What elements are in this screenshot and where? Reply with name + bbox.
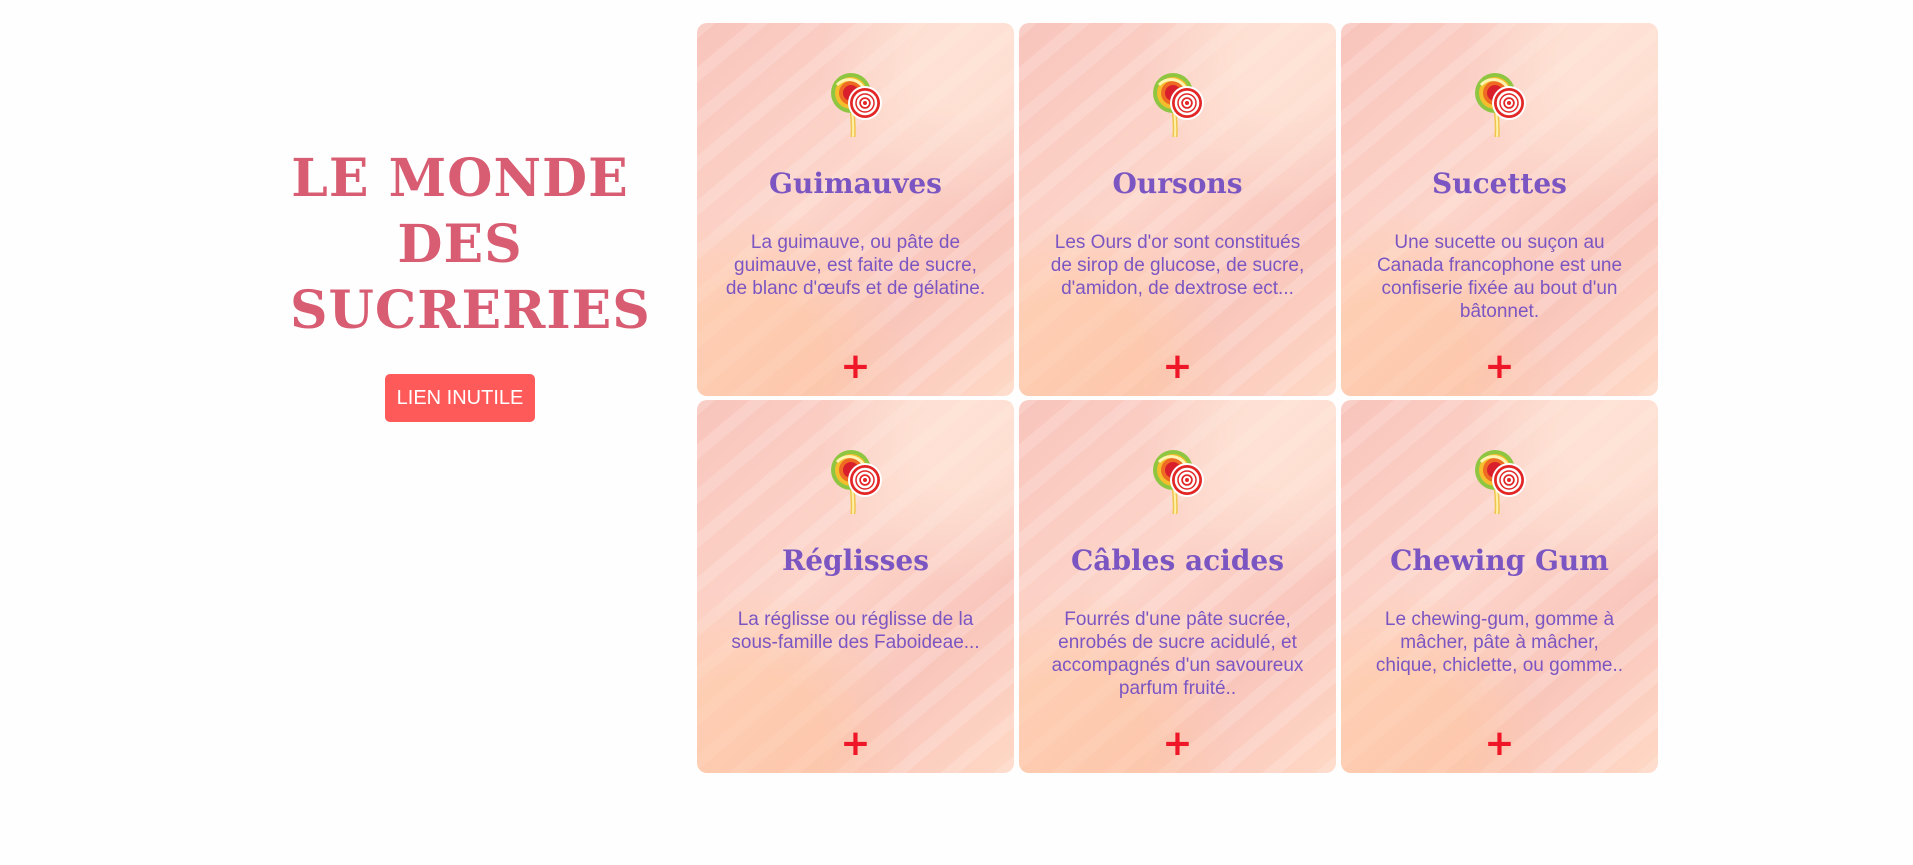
card-description: Le chewing-gum, gomme à mâcher, pâte à m… bbox=[1375, 609, 1624, 676]
card-title: Réglisses bbox=[781, 544, 930, 577]
card-description: La réglisse ou réglisse de la sous-famil… bbox=[731, 609, 980, 653]
candy-card-sucettes: Sucettes Une sucette ou suçon au Canada … bbox=[1341, 23, 1658, 396]
candy-card-reglisses: Réglisses La réglisse ou réglisse de la … bbox=[697, 400, 1014, 773]
card-description: Les Ours d'or sont constitués de sirop d… bbox=[1050, 232, 1305, 299]
lollipop-icon bbox=[1152, 450, 1204, 514]
card-title: Chewing Gum bbox=[1390, 544, 1609, 577]
card-description: La guimauve, ou pâte de guimauve, est fa… bbox=[725, 232, 986, 299]
card-description: Fourrés d'une pâte sucrée, enrobés de su… bbox=[1051, 609, 1304, 699]
expand-plus-icon[interactable]: + bbox=[1483, 349, 1517, 385]
expand-plus-icon[interactable]: + bbox=[839, 726, 873, 762]
card-title: Câbles acides bbox=[1071, 544, 1284, 577]
candy-card-guimauves: Guimauves La guimauve, ou pâte de guimau… bbox=[697, 23, 1014, 396]
expand-plus-icon[interactable]: + bbox=[1483, 726, 1517, 762]
candy-card-oursons: Oursons Les Ours d'or sont constitués de… bbox=[1019, 23, 1336, 396]
lollipop-icon bbox=[1474, 73, 1526, 137]
lollipop-icon bbox=[830, 450, 882, 514]
lollipop-icon bbox=[830, 73, 882, 137]
lollipop-icon bbox=[1152, 73, 1204, 137]
candy-card-cables-acides: Câbles acides Fourrés d'une pâte sucrée,… bbox=[1019, 400, 1336, 773]
expand-plus-icon[interactable]: + bbox=[1161, 726, 1195, 762]
expand-plus-icon[interactable]: + bbox=[839, 349, 873, 385]
hero: LE MONDE DES SUCRERIES LIEN INUTILE bbox=[290, 146, 651, 422]
lollipop-icon bbox=[1474, 450, 1526, 514]
expand-plus-icon[interactable]: + bbox=[1161, 349, 1195, 385]
card-description: Une sucette ou suçon au Canada francopho… bbox=[1376, 232, 1623, 322]
card-title: Guimauves bbox=[769, 167, 942, 200]
card-title: Oursons bbox=[1112, 167, 1243, 200]
useless-link-button[interactable]: LIEN INUTILE bbox=[384, 374, 536, 422]
candy-grid: Guimauves La guimauve, ou pâte de guimau… bbox=[697, 23, 1658, 773]
page-title: LE MONDE DES SUCRERIES bbox=[290, 148, 651, 341]
page: LE MONDE DES SUCRERIES LIEN INUTILE Guim… bbox=[0, 0, 1913, 865]
card-title: Sucettes bbox=[1432, 167, 1567, 200]
candy-card-chewing-gum: Chewing Gum Le chewing-gum, gomme à mâch… bbox=[1341, 400, 1658, 773]
